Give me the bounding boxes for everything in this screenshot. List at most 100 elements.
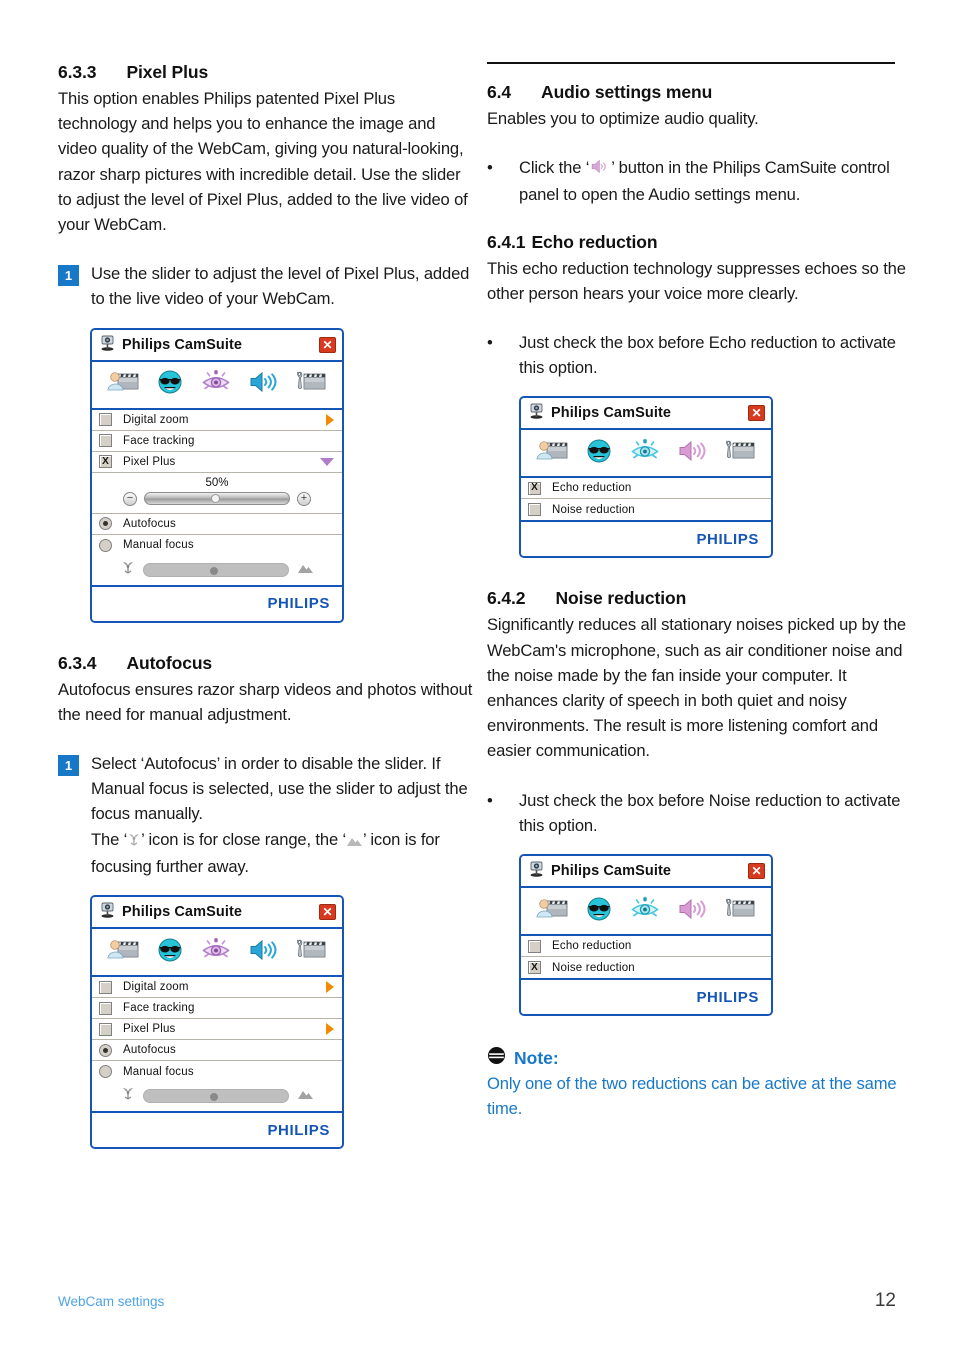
video-capture-icon[interactable]: [107, 369, 139, 400]
focus-slider-track[interactable]: [142, 1089, 289, 1104]
expand-arrow-icon[interactable]: [326, 981, 334, 994]
video-capture-icon[interactable]: [536, 896, 568, 927]
audio-speaker-icon[interactable]: [248, 937, 278, 968]
expand-arrow-icon[interactable]: [326, 413, 334, 426]
checkbox-noise-reduction[interactable]: X: [528, 961, 541, 975]
window-options: Digital zoom Face tracking X Pixel Plus …: [92, 409, 342, 587]
webcam-icon: [100, 334, 115, 356]
audio-speaker-icon[interactable]: [248, 369, 278, 400]
option-row-pixel-plus[interactable]: Pixel Plus: [92, 1019, 342, 1041]
webcam-icon: [529, 402, 544, 424]
close-icon[interactable]: ✕: [319, 336, 336, 353]
option-label: Manual focus: [123, 1065, 194, 1078]
heading-6-4: 6.4 Audio settings menu: [487, 82, 907, 103]
focus-slider-knob[interactable]: [209, 566, 218, 575]
radio-manual-focus[interactable]: [99, 1065, 112, 1079]
image-eye-icon[interactable]: [630, 438, 660, 469]
video-capture-icon[interactable]: [536, 438, 568, 469]
focus-slider-knob[interactable]: [209, 1093, 218, 1102]
checkbox-noise-reduction[interactable]: [528, 503, 541, 517]
landscape-mountain-icon: [346, 829, 363, 854]
image-eye-icon[interactable]: [630, 896, 660, 927]
minus-button[interactable]: −: [123, 491, 137, 506]
window-toolbar: [92, 361, 342, 410]
fun-sunglasses-icon[interactable]: [156, 937, 184, 968]
option-row-face-tracking[interactable]: Face tracking: [92, 431, 342, 452]
option-row-digital-zoom[interactable]: Digital zoom: [92, 410, 342, 431]
camsuite-window-echo-reduction[interactable]: Philips CamSuite ✕ X Echo reduction Nois…: [519, 396, 773, 559]
checkbox-pixel-plus[interactable]: [99, 1022, 112, 1036]
window-options: Echo reduction X Noise reduction: [521, 936, 771, 981]
window-toolbar: [92, 929, 342, 978]
note-body: Only one of the two reductions can be ac…: [487, 1074, 897, 1119]
option-row-digital-zoom[interactable]: Digital zoom: [92, 977, 342, 999]
heading-6-3-4: 6.3.4 Autofocus: [58, 653, 478, 674]
video-capture-icon[interactable]: [107, 937, 139, 968]
option-row-face-tracking[interactable]: Face tracking: [92, 998, 342, 1020]
radio-manual-focus[interactable]: [99, 538, 112, 552]
focus-slider-track[interactable]: [142, 562, 289, 577]
bullet-6-4: • Click the ‘’ button in the Philips Cam…: [487, 155, 907, 207]
option-row-autofocus[interactable]: Autofocus: [92, 514, 342, 535]
slider-knob[interactable]: [211, 494, 220, 504]
philips-logo: PHILIPS: [267, 595, 330, 613]
window-footer: PHILIPS: [521, 980, 771, 1015]
option-row-echo-reduction[interactable]: Echo reduction: [521, 936, 771, 958]
radio-autofocus[interactable]: [99, 517, 112, 531]
step-text-part-a: Select ‘Autofocus’ in order to disable t…: [91, 754, 468, 824]
close-icon[interactable]: ✕: [319, 904, 336, 921]
option-row-autofocus[interactable]: Autofocus: [92, 1040, 342, 1062]
camsuite-window-pixel-plus[interactable]: Philips CamSuite ✕ Digital zoom Face tra…: [90, 327, 344, 623]
radio-autofocus[interactable]: [99, 1043, 112, 1057]
checkbox-face-tracking[interactable]: [99, 1001, 112, 1015]
macro-flower-icon: [121, 1086, 135, 1106]
collapse-arrow-icon[interactable]: [320, 457, 334, 466]
checkbox-digital-zoom[interactable]: [99, 980, 112, 994]
audio-speaker-icon[interactable]: [677, 438, 707, 469]
checkbox-face-tracking[interactable]: [99, 434, 112, 448]
option-row-noise-reduction[interactable]: Noise reduction: [521, 499, 771, 520]
option-row-echo-reduction[interactable]: X Echo reduction: [521, 478, 771, 500]
bullet-text: Just check the box before Noise reductio…: [519, 790, 901, 835]
landscape-mountain-icon: [297, 1087, 314, 1105]
step-text: Select ‘Autofocus’ in order to disable t…: [91, 751, 478, 879]
window-options: X Echo reduction Noise reduction: [521, 478, 771, 523]
expand-arrow-icon[interactable]: [326, 1023, 334, 1036]
option-row-manual-focus[interactable]: Manual focus: [92, 535, 342, 556]
pixel-plus-slider-block: 50% − +: [92, 473, 342, 514]
landscape-mountain-icon: [297, 561, 314, 579]
checkbox-pixel-plus[interactable]: X: [99, 455, 112, 469]
settings-clapper-icon[interactable]: [724, 438, 756, 469]
fun-sunglasses-icon[interactable]: [585, 896, 613, 927]
note-block: Note: Only one of the two reductions can…: [487, 1046, 907, 1121]
bullet-6-4-2: • Just check the box before Noise reduct…: [487, 788, 907, 838]
window-title: Philips CamSuite: [122, 336, 243, 353]
heading-6-4-2: 6.4.2 Noise reduction: [487, 588, 907, 609]
macro-flower-icon: [127, 829, 141, 854]
audio-speaker-icon[interactable]: [677, 896, 707, 927]
plus-button[interactable]: +: [297, 491, 311, 506]
heading-title: Audio settings menu: [541, 82, 713, 102]
camsuite-window-autofocus[interactable]: Philips CamSuite ✕ Digital zoom Face tra…: [90, 895, 344, 1150]
camsuite-window-noise-reduction[interactable]: Philips CamSuite ✕ Echo reduction X Nois…: [519, 854, 773, 1017]
checkbox-echo-reduction[interactable]: X: [528, 481, 541, 495]
macro-flower-icon: [121, 560, 135, 580]
option-row-noise-reduction[interactable]: X Noise reduction: [521, 957, 771, 978]
option-row-manual-focus[interactable]: Manual focus: [92, 1061, 342, 1082]
checkbox-digital-zoom[interactable]: [99, 413, 112, 427]
option-label: Autofocus: [123, 1044, 176, 1057]
settings-clapper-icon[interactable]: [295, 369, 327, 400]
step-text-part-b2: ’ icon is for close range, the ‘: [141, 829, 347, 849]
fun-sunglasses-icon[interactable]: [156, 369, 184, 400]
option-row-pixel-plus[interactable]: X Pixel Plus: [92, 452, 342, 473]
option-label: Noise reduction: [552, 961, 635, 974]
settings-clapper-icon[interactable]: [724, 896, 756, 927]
checkbox-echo-reduction[interactable]: [528, 939, 541, 953]
fun-sunglasses-icon[interactable]: [585, 438, 613, 469]
close-icon[interactable]: ✕: [748, 405, 765, 422]
image-eye-icon[interactable]: [201, 369, 231, 400]
image-eye-icon[interactable]: [201, 937, 231, 968]
settings-clapper-icon[interactable]: [295, 937, 327, 968]
close-icon[interactable]: ✕: [748, 863, 765, 880]
slider-track[interactable]: [144, 492, 290, 506]
